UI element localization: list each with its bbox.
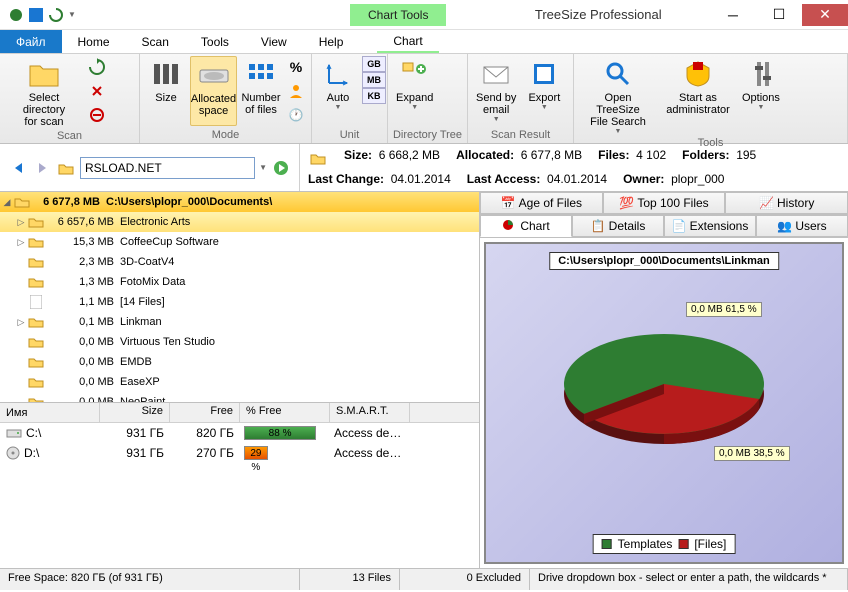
tab-top-100[interactable]: 💯Top 100 Files [603,192,726,214]
folders-label: Folders: [682,148,729,162]
tree-root[interactable]: ◢ 6 677,8 MB C:\Users\plopr_000\Document… [0,192,479,212]
file-search-button[interactable]: Open TreeSize File Search▼ [578,56,658,137]
auto-unit-button[interactable]: Auto▼ [316,56,360,113]
tree-row[interactable]: ▷0,1 MBLinkman [0,312,479,332]
chart-label-1: 0,0 MB 61,5 % [686,302,762,317]
menu-view[interactable]: View [245,30,303,53]
drive-row[interactable]: D:\931 ГБ270 ГБ29 %Access de… [0,443,479,463]
drive-row[interactable]: C:\931 ГБ820 ГБ88 %Access de… [0,423,479,443]
allocated-mode-button[interactable]: Allocated space [190,56,237,126]
files-value: 4 102 [636,148,666,162]
tree-row[interactable]: 1,1 MB[14 Files] [0,292,479,312]
gb-unit-button[interactable]: GB [362,56,386,72]
date-mode-icon[interactable]: 🕐 [285,104,307,126]
tree-row[interactable]: ▷6 657,6 MBElectronic Arts [0,212,479,232]
run-as-admin-button[interactable]: Start as administrator [660,56,736,137]
allocated-value: 6 677,8 MB [521,148,582,162]
expand-button[interactable]: Expand▼ [392,56,437,113]
menu-bar: Файл Home Scan Tools View Help Chart [0,30,848,54]
tab-extensions[interactable]: 📄Extensions [664,215,756,237]
select-directory-button[interactable]: Select directory for scan [4,56,84,130]
quick-access: ▼ [0,7,190,23]
path-input[interactable] [80,157,255,179]
tree-row[interactable]: 0,0 MBNeoPaint [0,392,479,402]
status-hint: Drive dropdown box - select or enter a p… [530,569,848,590]
export-button[interactable]: Export▼ [522,56,566,125]
last-change-label: Last Change: [308,172,384,186]
refresh-scan-icon[interactable] [86,56,108,78]
status-file-count: 13 Files [300,569,400,590]
address-toolbar: ▼ Size: 6 668,2 MB Allocated: 6 677,8 MB… [0,144,848,192]
title-bar: ▼ Chart Tools TreeSize Professional ─ ☐ … [0,0,848,30]
forward-button[interactable] [32,158,52,178]
menu-tools[interactable]: Tools [185,30,245,53]
menu-home[interactable]: Home [62,30,126,53]
stop-scan-icon[interactable] [86,80,108,102]
tab-details[interactable]: 📋Details [572,215,664,237]
tree-row[interactable]: 0,0 MBVirtuous Ten Studio [0,332,479,352]
scan-folder-icon [308,148,328,168]
save-icon[interactable] [28,7,44,23]
status-bar: Free Space: 820 ГБ (of 931 ГБ) 13 Files … [0,568,848,590]
tree-row[interactable]: 2,3 MB3D-CoatV4 [0,252,479,272]
tab-users[interactable]: 👥Users [756,215,848,237]
chart-tools-tab[interactable]: Chart Tools [350,4,446,26]
folders-value: 195 [736,148,756,162]
top-tabs: 📅Age of Files 💯Top 100 Files 📈History [480,192,848,215]
owner-value: plopr_000 [671,172,724,186]
tab-chart[interactable]: Chart [480,215,572,237]
status-excluded: 0 Excluded [400,569,530,590]
files-label: Files: [598,148,629,162]
back-button[interactable] [8,158,28,178]
tree-row[interactable]: 0,0 MBEMDB [0,352,479,372]
tree-row[interactable]: 1,3 MBFotoMix Data [0,272,479,292]
kb-unit-button[interactable]: KB [362,88,386,104]
pie-chart [554,314,774,454]
size-value: 6 668,2 MB [379,148,440,162]
size-mode-button[interactable]: Size [144,56,188,126]
send-email-button[interactable]: Send by email▼ [472,56,520,125]
tab-history[interactable]: 📈History [725,192,848,214]
tree-row[interactable]: 0,0 MBEaseXP [0,372,479,392]
close-button[interactable]: ✕ [802,4,848,26]
size-label: Size: [344,148,372,162]
menu-help[interactable]: Help [303,30,360,53]
app-icon [8,7,24,23]
up-folder-icon[interactable] [56,158,76,178]
tree-row[interactable]: ▷15,3 MBCoffeeCup Software [0,232,479,252]
go-button[interactable] [271,158,291,178]
mb-unit-button[interactable]: MB [362,72,386,88]
chart-panel: C:\Users\plopr_000\Documents\Linkman 0,0… [484,242,844,564]
app-title: TreeSize Professional [446,7,710,22]
last-access-label: Last Access: [467,172,541,186]
chart-title: C:\Users\plopr_000\Documents\Linkman [549,252,779,270]
options-button[interactable]: Options▼ [738,56,784,137]
percent-mode-icon[interactable]: % [285,56,307,78]
drives-header: Имя Size Free % Free S.M.A.R.T. [0,403,479,423]
ribbon: Select directory for scan Scan Size Allo… [0,54,848,144]
remove-scan-icon[interactable] [86,104,108,126]
allocated-label: Allocated: [456,148,514,162]
qat-dropdown-icon[interactable]: ▼ [68,10,76,19]
last-change-value: 04.01.2014 [391,172,451,186]
chart-label-2: 0,0 MB 38,5 % [714,446,790,461]
minimize-button[interactable]: ─ [710,4,756,26]
file-count-mode-button[interactable]: Number of files [239,56,283,126]
tab-age-of-files[interactable]: 📅Age of Files [480,192,603,214]
refresh-icon[interactable] [48,7,64,23]
menu-scan[interactable]: Scan [126,30,185,53]
status-free-space: Free Space: 820 ГБ (of 931 ГБ) [0,569,300,590]
directory-tree[interactable]: ◢ 6 677,8 MB C:\Users\plopr_000\Document… [0,192,479,402]
chart-legend: Templates [Files] [593,534,736,554]
last-access-value: 04.01.2014 [547,172,607,186]
maximize-button[interactable]: ☐ [756,4,802,26]
menu-file[interactable]: Файл [0,30,62,53]
menu-chart[interactable]: Chart [377,30,438,53]
drives-list: Имя Size Free % Free S.M.A.R.T. C:\931 Г… [0,402,479,568]
owner-label: Owner: [623,172,664,186]
owner-mode-icon[interactable] [285,80,307,102]
bottom-tabs: Chart 📋Details 📄Extensions 👥Users [480,215,848,238]
